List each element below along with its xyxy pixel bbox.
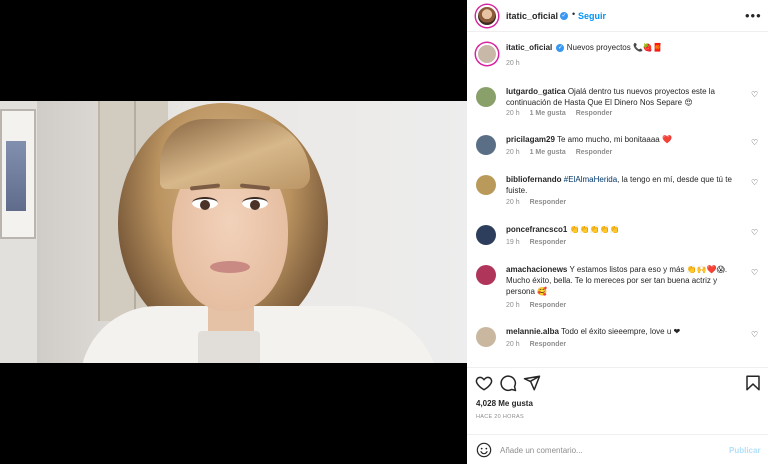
verified-icon: ✓ — [556, 43, 565, 52]
likes-count[interactable]: 4,028 Me gusta — [476, 399, 533, 408]
heart-icon[interactable] — [475, 374, 493, 392]
comment-username[interactable]: pricilagam29 — [506, 135, 555, 144]
comment-time: 20 h — [506, 302, 520, 309]
author-username[interactable]: itatic_oficial — [506, 11, 558, 21]
post-photo[interactable] — [0, 101, 467, 363]
caption-meta: 20 h — [506, 60, 528, 67]
reply-button[interactable]: Responder — [576, 149, 613, 156]
follow-button[interactable]: Seguir — [578, 11, 606, 21]
publish-button[interactable]: Publicar — [729, 446, 761, 455]
comment-username[interactable]: poncefrancsco1 — [506, 225, 567, 234]
photo-background-artwork — [0, 109, 36, 239]
comment-meta: 20 h 1 Me gusta Responder — [506, 110, 620, 117]
comment-username[interactable]: bibliofernando — [506, 175, 562, 184]
comment-text: melannie.alba Todo el éxito sieeempre, l… — [506, 326, 738, 337]
comment-username[interactable]: lutgardo_gatica — [506, 87, 566, 96]
comment-input[interactable] — [500, 443, 700, 457]
comment-time: 20 h — [506, 199, 520, 206]
more-options-icon[interactable]: ••• — [745, 8, 762, 23]
reply-button[interactable]: Responder — [576, 110, 613, 117]
comment-time: 20 h — [506, 110, 520, 117]
comment-meta: 20 h 1 Me gusta Responder — [506, 149, 620, 156]
comment-like-heart-icon[interactable]: ♡ — [751, 90, 758, 99]
author-avatar[interactable] — [476, 5, 498, 27]
comment-icon[interactable] — [499, 374, 517, 392]
comment-likes[interactable]: 1 Me gusta — [530, 110, 566, 117]
commenter-avatar[interactable] — [476, 327, 496, 347]
comment-time: 20 h — [506, 149, 520, 156]
commenter-avatar[interactable] — [476, 135, 496, 155]
comment-body: Te amo mucho, mi bonitaaaa ❤️ — [557, 135, 672, 144]
comment-like-heart-icon[interactable]: ♡ — [751, 178, 758, 187]
comment-meta: 19 h Responder — [506, 239, 574, 246]
post-timestamp: HACE 20 HORAS — [476, 414, 524, 420]
share-icon[interactable] — [523, 374, 541, 392]
comment-username[interactable]: melannie.alba — [506, 327, 559, 336]
caption-body: Nuevos proyectos 📞🍓🧧 — [566, 43, 663, 52]
photo-lips — [210, 261, 250, 273]
comment-likes[interactable]: 1 Me gusta — [530, 149, 566, 156]
commenter-avatar[interactable] — [476, 225, 496, 245]
caption-text: itatic_oficial ✓ Nuevos proyectos 📞🍓🧧 — [506, 42, 738, 53]
photo-eye-right — [242, 197, 268, 210]
post-actions-bar — [467, 367, 768, 397]
emoji-icon[interactable] — [476, 442, 492, 458]
comments-list[interactable]: itatic_oficial ✓ Nuevos proyectos 📞🍓🧧 20… — [467, 33, 768, 367]
comment-text: bibliofernando #ElAlmaHerida, la tengo e… — [506, 174, 738, 196]
comment-like-heart-icon[interactable]: ♡ — [751, 330, 758, 339]
photo-jacket — [80, 306, 440, 363]
comment-hashtag-link[interactable]: #ElAlmaHerida — [564, 175, 617, 184]
comment-text: lutgardo_gatica Ojalá dentro tus nuevos … — [506, 86, 738, 108]
comment-time: 19 h — [506, 239, 520, 246]
caption-time: 20 h — [506, 60, 520, 67]
bookmark-icon[interactable] — [744, 374, 762, 392]
comment-like-heart-icon[interactable]: ♡ — [751, 138, 758, 147]
comment-like-heart-icon[interactable]: ♡ — [751, 228, 758, 237]
comment-body: Todo el éxito sieeempre, love u ❤ — [561, 327, 681, 336]
reply-button[interactable]: Responder — [530, 302, 567, 309]
comment-time: 20 h — [506, 341, 520, 348]
verified-icon: ✓ — [560, 12, 568, 20]
separator-dot: • — [572, 9, 576, 19]
caption-username[interactable]: itatic_oficial — [506, 43, 552, 52]
comment-meta: 20 h Responder — [506, 341, 574, 348]
comment-meta: 20 h Responder — [506, 199, 574, 206]
commenter-avatar[interactable] — [476, 265, 496, 285]
comment-body: 👏👏👏👏👏 — [569, 225, 620, 234]
comment-text: amachacionews Y estamos listos para eso … — [506, 264, 738, 297]
post-media[interactable] — [0, 0, 467, 464]
post-header: itatic_oficial ✓ • Seguir ••• — [467, 0, 768, 32]
comment-like-heart-icon[interactable]: ♡ — [751, 268, 758, 277]
comment-meta: 20 h Responder — [506, 302, 574, 309]
post-side-panel: itatic_oficial ✓ • Seguir ••• itatic_ofi… — [467, 0, 768, 464]
add-comment-bar: Publicar — [467, 434, 768, 464]
commenter-avatar[interactable] — [476, 87, 496, 107]
reply-button[interactable]: Responder — [530, 239, 567, 246]
commenter-avatar[interactable] — [476, 175, 496, 195]
comment-text: poncefrancsco1 👏👏👏👏👏 — [506, 224, 738, 235]
comment-text: pricilagam29 Te amo mucho, mi bonitaaaa … — [506, 134, 738, 145]
reply-button[interactable]: Responder — [530, 199, 567, 206]
photo-shirt — [198, 331, 260, 363]
photo-eye-left — [192, 197, 218, 210]
reply-button[interactable]: Responder — [530, 341, 567, 348]
comment-username[interactable]: amachacionews — [506, 265, 567, 274]
caption-avatar[interactable] — [476, 43, 498, 65]
